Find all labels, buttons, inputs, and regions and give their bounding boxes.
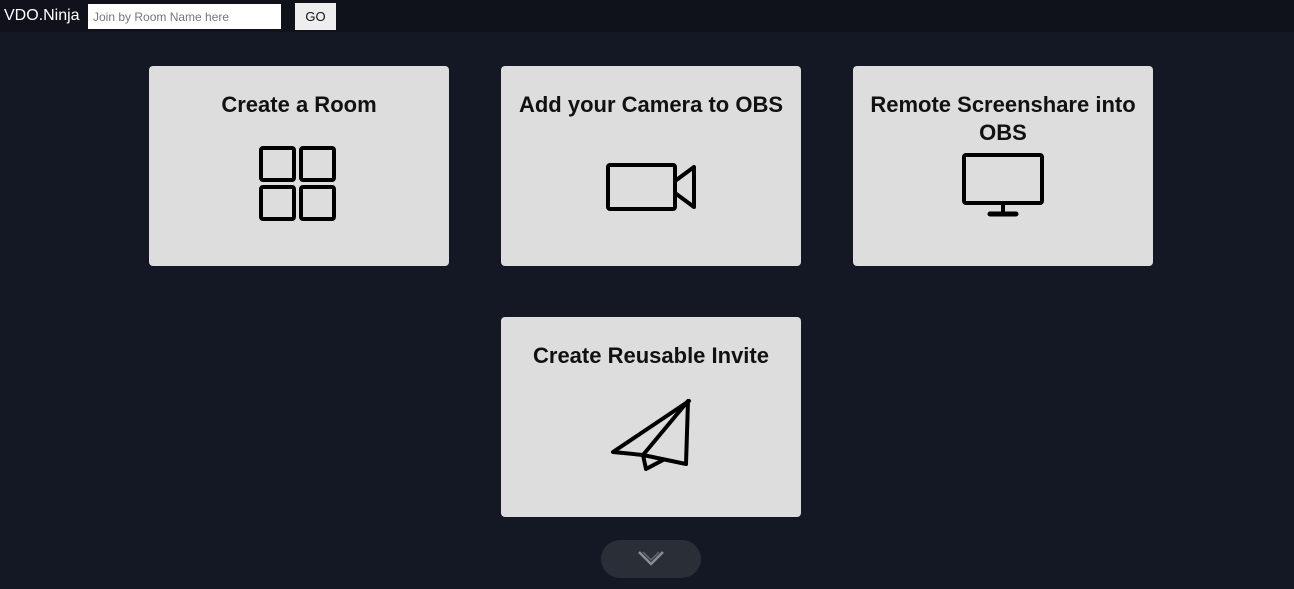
chevron-down-icon bbox=[638, 551, 664, 566]
add-camera-card[interactable]: Add your Camera to OBS bbox=[501, 66, 801, 266]
remote-screenshare-card[interactable]: Remote Screenshare into OBS bbox=[853, 66, 1153, 266]
card-title: Remote Screenshare into OBS bbox=[870, 92, 1136, 145]
card-title: Create Reusable Invite bbox=[533, 343, 769, 368]
video-camera-icon bbox=[606, 163, 696, 211]
create-room-card[interactable]: Create a Room bbox=[149, 66, 449, 266]
card-title: Create a Room bbox=[221, 92, 377, 117]
top-bar: VDO.Ninja GO bbox=[0, 0, 1294, 32]
room-name-input[interactable] bbox=[88, 4, 281, 29]
go-button[interactable]: GO bbox=[295, 3, 336, 30]
grid-icon bbox=[259, 146, 336, 221]
reusable-invite-card[interactable]: Create Reusable Invite bbox=[501, 317, 801, 517]
monitor-icon bbox=[962, 153, 1044, 217]
scroll-down-button[interactable] bbox=[601, 540, 701, 578]
brand-logo: VDO.Ninja bbox=[4, 7, 80, 24]
paper-plane-icon bbox=[611, 399, 691, 471]
card-title: Add your Camera to OBS bbox=[518, 92, 784, 117]
